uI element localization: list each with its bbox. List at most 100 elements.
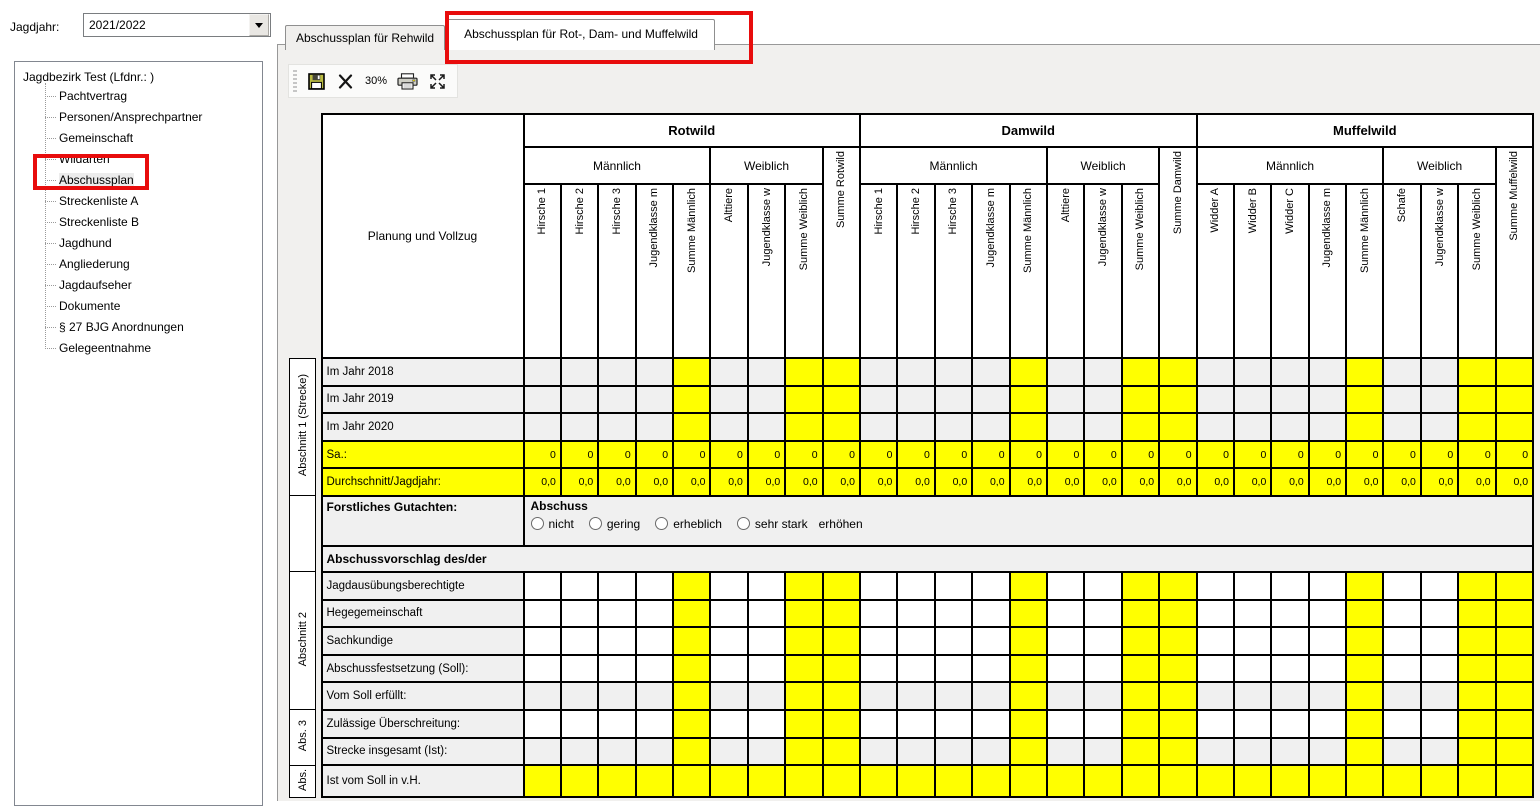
data-cell[interactable] [860, 710, 897, 738]
sidebar-item-abschussplan[interactable]: Abschussplan [39, 170, 262, 191]
radio-option-sehr-stark[interactable]: sehr stark [737, 517, 808, 531]
sidebar-item-streckenliste-a[interactable]: Streckenliste A [39, 191, 262, 212]
tab-abschussplan-rehwild[interactable]: Abschussplan für Rehwild [285, 25, 445, 50]
data-cell[interactable] [935, 572, 972, 600]
delete-button[interactable] [335, 69, 355, 93]
data-cell[interactable] [897, 710, 934, 738]
data-cell[interactable] [972, 655, 1009, 683]
sidebar-item-gemeinschaft[interactable]: Gemeinschaft [39, 128, 262, 149]
data-cell[interactable] [636, 600, 673, 628]
data-cell[interactable] [1271, 600, 1308, 628]
data-cell[interactable] [935, 600, 972, 628]
toolbar-grip-handle[interactable] [293, 70, 297, 92]
radio-button-icon[interactable] [737, 517, 750, 530]
sidebar-item-personen-ansprechpartner[interactable]: Personen/Ansprechpartner [39, 107, 262, 128]
sidebar-item-dokumente[interactable]: Dokumente [39, 296, 262, 317]
data-cell[interactable] [972, 710, 1009, 738]
data-cell[interactable] [1084, 627, 1121, 655]
data-cell[interactable] [748, 627, 785, 655]
data-cell[interactable] [1197, 600, 1234, 628]
data-cell[interactable] [598, 710, 635, 738]
data-cell[interactable] [1234, 627, 1271, 655]
data-cell[interactable] [1383, 710, 1420, 738]
data-cell[interactable] [1383, 572, 1420, 600]
data-cell[interactable] [1234, 710, 1271, 738]
sidebar-item-jagdhund[interactable]: Jagdhund [39, 233, 262, 254]
jagdjahr-combobox[interactable]: 2021/2022 [83, 13, 271, 37]
sidebar-item-streckenliste-b[interactable]: Streckenliste B [39, 212, 262, 233]
data-cell[interactable] [561, 655, 598, 683]
data-cell[interactable] [972, 627, 1009, 655]
data-cell[interactable] [1084, 710, 1121, 738]
data-cell[interactable] [1197, 627, 1234, 655]
data-cell[interactable] [1421, 600, 1458, 628]
combobox-dropdown-button[interactable] [249, 14, 269, 36]
data-cell[interactable] [935, 710, 972, 738]
data-cell[interactable] [860, 600, 897, 628]
data-cell[interactable] [860, 572, 897, 600]
data-cell[interactable] [1197, 572, 1234, 600]
data-cell[interactable] [1271, 627, 1308, 655]
data-cell[interactable] [1084, 655, 1121, 683]
data-cell[interactable] [1383, 627, 1420, 655]
data-cell[interactable] [1197, 710, 1234, 738]
data-cell[interactable] [1234, 572, 1271, 600]
data-cell[interactable] [636, 627, 673, 655]
tab-abschussplan-rot-dam-muffelwild[interactable]: Abschussplan für Rot-, Dam- und Muffelwi… [447, 19, 715, 50]
data-cell[interactable] [598, 655, 635, 683]
data-cell[interactable] [1309, 600, 1346, 628]
data-cell[interactable] [1197, 655, 1234, 683]
save-button[interactable] [306, 69, 326, 93]
data-cell[interactable] [860, 655, 897, 683]
data-cell[interactable] [748, 572, 785, 600]
data-cell[interactable] [935, 655, 972, 683]
radio-button-icon[interactable] [589, 517, 602, 530]
data-cell[interactable] [1309, 627, 1346, 655]
data-cell[interactable] [1047, 600, 1084, 628]
sidebar-item-pachtvertrag[interactable]: Pachtvertrag [39, 86, 262, 107]
data-cell[interactable] [524, 572, 561, 600]
data-cell[interactable] [710, 655, 747, 683]
data-cell[interactable] [1047, 710, 1084, 738]
data-cell[interactable] [1234, 655, 1271, 683]
radio-option-nicht[interactable]: nicht [531, 517, 574, 531]
data-cell[interactable] [860, 627, 897, 655]
data-cell[interactable] [1047, 655, 1084, 683]
data-cell[interactable] [561, 710, 598, 738]
data-cell[interactable] [748, 655, 785, 683]
radio-option-gering[interactable]: gering [589, 517, 640, 531]
radio-option-erheblich[interactable]: erheblich [655, 517, 722, 531]
data-cell[interactable] [710, 710, 747, 738]
data-cell[interactable] [561, 627, 598, 655]
data-cell[interactable] [1421, 572, 1458, 600]
data-cell[interactable] [1047, 627, 1084, 655]
data-cell[interactable] [1084, 572, 1121, 600]
data-cell[interactable] [897, 655, 934, 683]
data-cell[interactable] [972, 600, 1009, 628]
data-cell[interactable] [1309, 572, 1346, 600]
data-cell[interactable] [897, 572, 934, 600]
data-cell[interactable] [897, 627, 934, 655]
data-cell[interactable] [1421, 655, 1458, 683]
sidebar-item-jagdaufseher[interactable]: Jagdaufseher [39, 275, 262, 296]
radio-button-icon[interactable] [531, 517, 544, 530]
data-cell[interactable] [935, 627, 972, 655]
tree-root-jagdbezirk[interactable]: Jagdbezirk Test (Lfdnr.: ) [15, 69, 262, 86]
data-cell[interactable] [710, 600, 747, 628]
data-cell[interactable] [1309, 655, 1346, 683]
data-cell[interactable] [1383, 655, 1420, 683]
data-cell[interactable] [598, 627, 635, 655]
data-cell[interactable] [1383, 600, 1420, 628]
data-cell[interactable] [524, 627, 561, 655]
data-cell[interactable] [748, 600, 785, 628]
data-cell[interactable] [636, 655, 673, 683]
data-cell[interactable] [636, 710, 673, 738]
data-cell[interactable] [1271, 710, 1308, 738]
sidebar-item-gelegeentnahme[interactable]: Gelegeentnahme [39, 338, 262, 359]
data-cell[interactable] [897, 600, 934, 628]
data-cell[interactable] [972, 572, 1009, 600]
data-cell[interactable] [710, 627, 747, 655]
data-cell[interactable] [636, 572, 673, 600]
data-cell[interactable] [1421, 710, 1458, 738]
data-cell[interactable] [1047, 572, 1084, 600]
